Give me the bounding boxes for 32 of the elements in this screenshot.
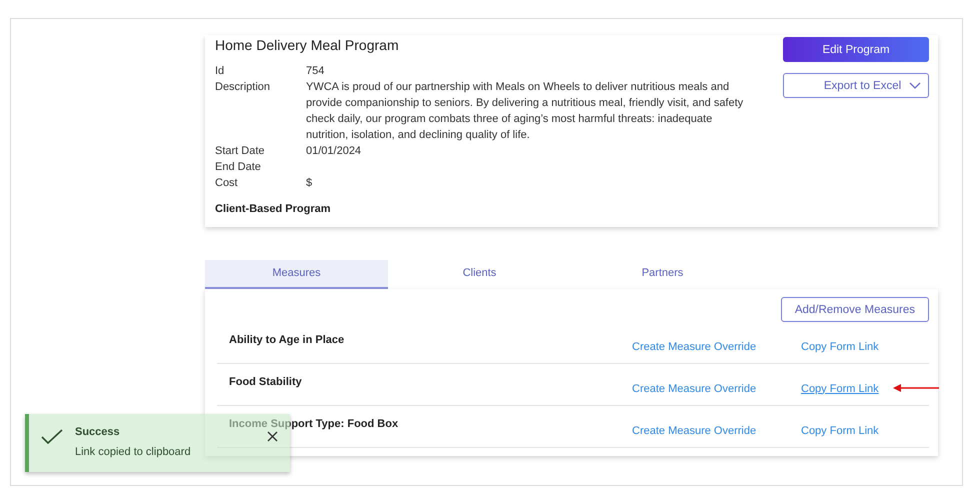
chevron-down-icon	[909, 82, 921, 90]
copy-form-link[interactable]: Copy Form Link	[801, 382, 879, 394]
field-value: YWCA is proud of our partnership with Meals on Wheels to deliver nutritious meals and provide companionship to seniors. By delivering a nutritious meal, friendly visit, and safety check daily, our program combats three of aging’s most harmful threats: inadequate nutrition, isolation, and declining quality of life.	[306, 80, 744, 143]
tab[interactable]: Measures	[205, 260, 388, 289]
program-type: Client-Based Program	[215, 203, 332, 215]
toast-message: Link copied to clipboard	[75, 446, 192, 458]
arrow-icon	[893, 384, 939, 392]
check-icon	[41, 429, 63, 445]
copy-form-link[interactable]: Copy Form Link	[801, 424, 879, 436]
edit-program-button[interactable]: Edit Program	[783, 37, 929, 62]
measure-name: Income Support Type: Food Box	[228, 418, 400, 430]
close-icon[interactable]	[267, 431, 278, 442]
field-value: 01/01/2024	[306, 144, 362, 159]
field-value: $	[306, 176, 314, 191]
toast-title: Success	[75, 426, 121, 438]
field-label: Id	[215, 64, 226, 79]
add-remove-measures-button[interactable]: Add/Remove Measures	[780, 297, 929, 322]
tab[interactable]: Clients	[388, 260, 571, 289]
field-label: End Date	[215, 160, 262, 175]
field-value: 754	[306, 64, 326, 79]
measure-name: Ability to Age in Place	[228, 334, 346, 346]
tab[interactable]: Partners	[571, 260, 754, 289]
field-label: Cost	[215, 176, 239, 191]
measure-name: Food Stability	[228, 376, 303, 388]
create-override-link[interactable]: Create Measure Override	[632, 382, 801, 394]
field-label: Description	[215, 80, 272, 95]
program-title: Home Delivery Meal Program	[215, 37, 400, 53]
copy-form-link[interactable]: Copy Form Link	[801, 340, 879, 352]
field-label: Start Date	[215, 144, 266, 159]
create-override-link[interactable]: Create Measure Override	[632, 340, 801, 352]
create-override-link[interactable]: Create Measure Override	[632, 424, 801, 436]
export-dropdown[interactable]: Export to Excel	[783, 73, 929, 98]
